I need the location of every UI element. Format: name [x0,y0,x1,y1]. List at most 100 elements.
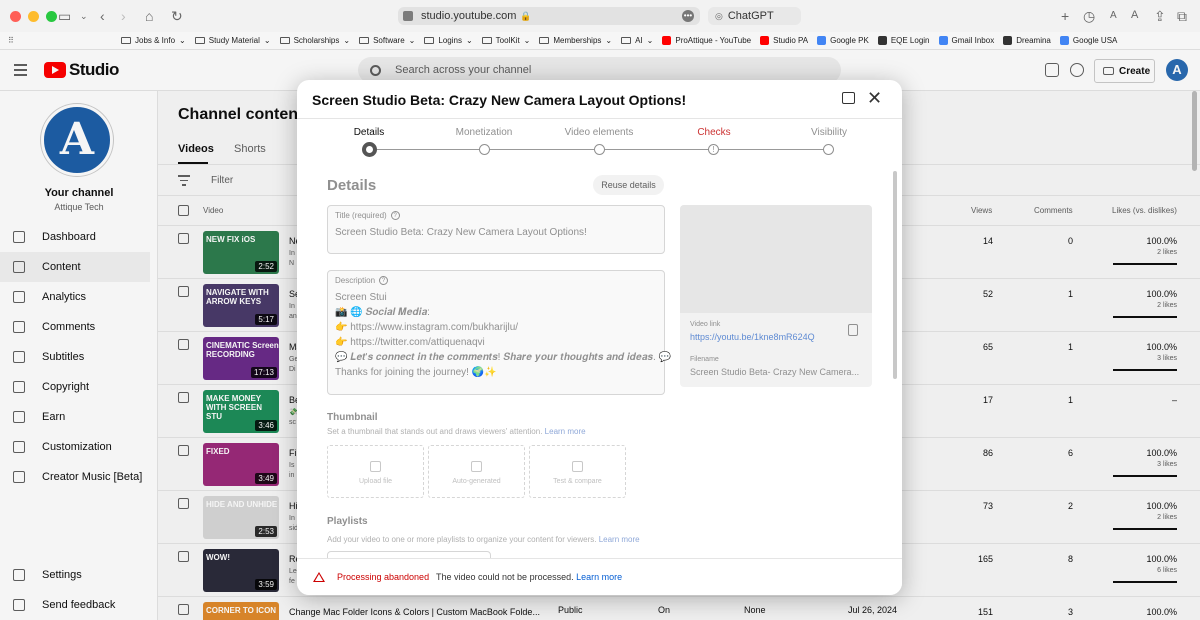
title-label-text: Title (required) [335,211,387,220]
video-link[interactable]: https://youtu.be/1kne8mR624Q [690,332,815,342]
bookmark-item[interactable]: EQE Login [877,36,930,45]
copy-icon[interactable] [848,324,858,336]
bookmark-item[interactable]: Studio PA [760,36,808,45]
sidebar-toggle-icon[interactable]: ▭ [58,8,71,25]
bookmark-label: Google USA [1072,36,1118,45]
bookmark-item[interactable]: Software ⌄ [359,36,415,45]
auto-generated-thumbnail-button[interactable]: Auto-generated [428,445,525,498]
more-icon[interactable]: ••• [682,10,694,22]
bookmarks-bar: ⠿ Jobs & Info ⌄ Study Material ⌄ Scholarship… [0,32,1200,50]
close-window-button[interactable] [10,10,21,22]
bookmark-item[interactable]: Dreamina [1003,36,1051,45]
video-link-label: Video link [690,321,721,328]
thumbnail-text: Set a thumbnail that stands out and draw… [327,427,543,436]
chevron-down-icon: ⌄ [465,36,473,45]
filename-value: Screen Studio Beta- Crazy New Camera... [690,367,860,377]
bookmark-item[interactable]: ToolKit ⌄ [481,36,531,45]
bookmark-item[interactable]: AI ⌄ [621,36,653,45]
bookmark-item[interactable]: Jobs & Info ⌄ [121,36,186,45]
chevron-down-icon[interactable]: ⌄ [80,11,88,22]
home-icon[interactable]: ⌂ [145,8,153,24]
chevron-down-icon: ⌄ [179,36,186,45]
bookmark-item[interactable]: Scholarships ⌄ [279,36,351,45]
minimize-window-button[interactable] [28,10,39,22]
reuse-details-button[interactable]: Reuse details [593,175,664,195]
description-field[interactable]: Description? Screen Stui 📸 🌐 𝑺𝒐𝒄𝒊𝒂𝒍 𝑴𝒆𝒅𝒊𝒂… [327,270,671,395]
chevron-down-icon: ⌄ [343,36,351,45]
description-line: Thanks for joining the journey! 🌍✨ [335,367,497,378]
bookmark-label: Gmail Inbox [951,36,995,45]
apps-grid-icon[interactable]: ⠿ [8,36,16,45]
folder-icon [121,37,131,44]
address-bar[interactable]: studio.youtube.com 🔒 ••• [398,7,700,25]
folder-icon [194,37,205,44]
back-icon[interactable]: ‹ [100,8,105,24]
auto-generated-label: Auto-generated [452,478,501,485]
bookmark-item[interactable]: Logins ⌄ [424,36,473,45]
window-controls [10,10,57,22]
step-details-dot[interactable] [362,142,377,157]
step-visibility-dot[interactable] [823,144,834,155]
step-video-elements-dot[interactable] [594,144,605,155]
zoom-window-button[interactable] [46,10,57,22]
forward-icon[interactable]: › [121,8,126,24]
bookmark-label: Scholarships [293,36,340,45]
bookmark-item[interactable]: Study Material ⌄ [194,36,271,45]
help-icon[interactable]: ? [379,276,389,286]
bookmark-item[interactable]: Gmail Inbox [938,36,995,45]
filename-label: Filename [690,356,719,363]
step-visibility[interactable]: Visibility [769,127,889,138]
playlists-text: Add your video to one or more playlists … [327,535,597,544]
folder-icon [621,37,632,44]
tab-overview-icon[interactable]: ⧉ [1177,8,1187,25]
google-icon [1059,36,1069,45]
learn-more-link[interactable]: Learn more [599,535,640,544]
bookmark-label: Software [373,36,405,45]
help-icon[interactable]: ? [390,211,400,221]
page-settings-icon[interactable] [403,11,413,21]
dialog-scrollbar[interactable] [893,171,897,379]
feedback-icon[interactable] [842,92,855,104]
tab-chatgpt[interactable]: ◎ ChatGPT [708,7,801,25]
upload-image-icon [370,461,381,472]
playlists-description: Add your video to one or more playlists … [327,535,640,544]
step-monetization[interactable]: Monetization [424,127,544,138]
description-line: 👉 https://twitter.com/attiquenaqvi [335,337,485,348]
title-field-label: Title (required)? [335,211,400,221]
bookmark-item[interactable]: Google USA [1059,36,1118,45]
dialog-footer: Processing abandoned The video could not… [297,558,902,595]
new-tab-icon[interactable]: + [1061,8,1069,24]
url-text: studio.youtube.com [421,10,517,22]
google-icon [817,36,827,45]
share-icon[interactable]: ⇪ [1154,8,1166,25]
tab-label: ChatGPT [727,10,774,22]
step-checks[interactable]: Checks [654,127,774,138]
youtube-icon [662,36,672,45]
folder-icon [279,37,290,44]
chevron-down-icon: ⌄ [523,36,531,45]
text-smaller-icon[interactable]: A [1110,10,1117,21]
bookmark-item[interactable]: ProAttique - YouTube [662,36,751,45]
step-details[interactable]: Details [309,127,429,138]
step-video-elements[interactable]: Video elements [539,127,659,138]
history-icon[interactable]: ◷ [1083,8,1095,25]
test-compare-button[interactable]: Test & compare [529,445,626,498]
step-monetization-dot[interactable] [479,144,490,155]
bookmark-item[interactable]: Google PK [817,36,869,45]
warning-icon [313,572,325,582]
text-larger-icon[interactable]: A [1131,9,1138,21]
browser-toolbar: ▭ ⌄ ‹ › ⌂ ↻ studio.youtube.com 🔒 ••• ◎ C… [0,0,1200,32]
lock-icon: 🔒 [520,10,532,21]
learn-more-link[interactable]: Learn more [576,572,622,582]
step-checks-warning-icon[interactable]: ! [708,144,719,155]
close-icon[interactable]: ✕ [867,88,882,108]
chatgpt-icon: ◎ [715,10,723,21]
upload-thumbnail-button[interactable]: Upload file [327,445,424,498]
video-preview-player[interactable] [680,205,872,313]
learn-more-link[interactable]: Learn more [545,427,586,436]
reload-icon[interactable]: ↻ [171,8,183,25]
divider [297,118,902,119]
title-field[interactable]: Title (required)? Screen Studio Beta: Cr… [327,205,665,254]
sparkle-icon [471,461,482,472]
bookmark-item[interactable]: Memberships ⌄ [539,36,612,45]
